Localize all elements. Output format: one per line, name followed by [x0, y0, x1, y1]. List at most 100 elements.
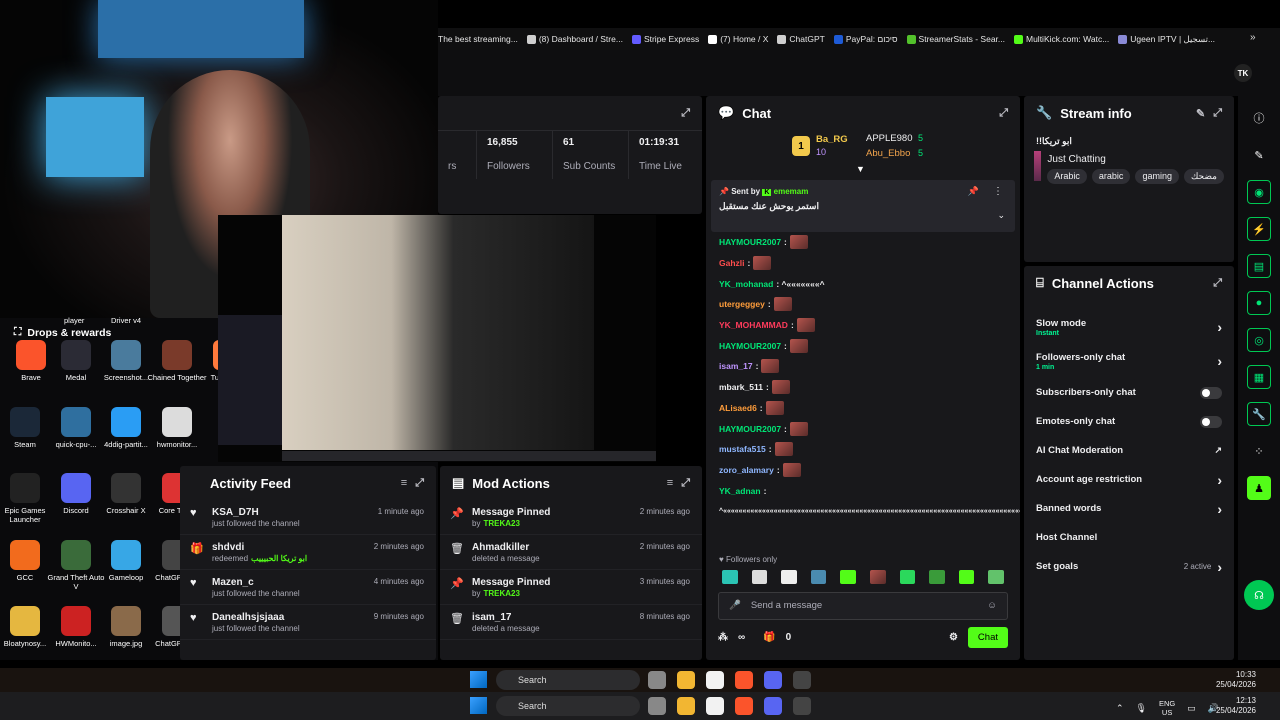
- document-icon[interactable]: ▤: [1247, 254, 1271, 278]
- brave-icon[interactable]: [735, 697, 753, 715]
- taskbar-search[interactable]: Search: [496, 670, 640, 690]
- gift-icon[interactable]: 🎁: [763, 632, 775, 643]
- microphone-icon[interactable]: 🎙: [1136, 703, 1147, 714]
- info-icon[interactable]: ⓘ: [1247, 106, 1271, 130]
- pinned-user[interactable]: ememam: [774, 187, 809, 196]
- feed-user[interactable]: Ahmadkiller: [472, 542, 632, 553]
- task-view-icon[interactable]: [648, 697, 666, 715]
- chat-username[interactable]: YK_MOHAMMAD: [719, 320, 788, 330]
- category-name[interactable]: Just Chatting: [1047, 154, 1224, 165]
- start-button-lower[interactable]: [470, 697, 487, 714]
- leader-3-name[interactable]: Abu_Ebbo: [866, 148, 910, 159]
- chat-username[interactable]: HAYMOUR2007: [719, 424, 781, 434]
- mod-popout-icon[interactable]: ⤢: [681, 477, 690, 490]
- channel-action-banned-words[interactable]: Banned words ›: [1024, 494, 1234, 523]
- chat-bubble-icon[interactable]: ●: [1247, 291, 1271, 315]
- chat-username[interactable]: zoro_alamary: [719, 465, 774, 475]
- emote-icon[interactable]: [958, 569, 975, 584]
- chat-username[interactable]: mustafa515: [719, 444, 766, 454]
- bookmark-item[interactable]: PayPal: סיכום: [833, 34, 898, 44]
- task-view-icon[interactable]: [648, 671, 666, 689]
- edit-icon[interactable]: ✎: [1196, 107, 1205, 120]
- channel-action-set-goals[interactable]: Set goals 2 active ›: [1024, 552, 1234, 581]
- feed-user[interactable]: Message Pinned: [472, 577, 632, 588]
- store-icon[interactable]: [706, 671, 724, 689]
- channel-actions-popout-icon[interactable]: ⤢: [1213, 277, 1222, 290]
- feed-user[interactable]: Message Pinned: [472, 507, 632, 518]
- file-explorer-icon[interactable]: [677, 671, 695, 689]
- tag-chip[interactable]: مضحك: [1183, 169, 1224, 184]
- points-icon[interactable]: ⁂: [718, 632, 728, 643]
- taskbar-search-lower[interactable]: Search: [496, 696, 640, 716]
- filter-icon[interactable]: ≡: [401, 477, 407, 489]
- emote-icon[interactable]: [869, 569, 886, 584]
- feed-user[interactable]: Mazen_c: [212, 577, 366, 588]
- emote-icon[interactable]: [810, 569, 827, 584]
- chat-settings-icon[interactable]: ⚙: [949, 632, 958, 643]
- support-icon[interactable]: ☊: [1244, 580, 1274, 610]
- tag-chip[interactable]: Arabic: [1047, 169, 1087, 184]
- emote-icon[interactable]: [899, 569, 916, 584]
- chat-popout-icon[interactable]: ⤢: [999, 107, 1008, 120]
- bookmark-item[interactable]: (7) Home / X: [708, 34, 768, 44]
- broadcast-icon[interactable]: ◎: [1247, 328, 1271, 352]
- start-button[interactable]: [470, 671, 487, 688]
- chat-username[interactable]: ALisaed6: [719, 403, 757, 413]
- bookmark-item[interactable]: StreamerStats - Sear...: [906, 34, 1005, 44]
- toggle-switch[interactable]: [1200, 415, 1222, 428]
- pencil-icon[interactable]: ✎: [1247, 143, 1271, 167]
- channel-action-slow-mode[interactable]: Slow mode Instant ›: [1024, 310, 1234, 344]
- unpin-icon[interactable]: 📌: [968, 186, 979, 197]
- chat-username[interactable]: YK_adnan: [719, 486, 761, 496]
- tool-icon[interactable]: 🔧: [1247, 402, 1271, 426]
- leaderboard-expand-icon[interactable]: ▼: [856, 164, 865, 174]
- obs-icon[interactable]: [793, 671, 811, 689]
- channel-action-account-age-restriction[interactable]: Account age restriction ›: [1024, 465, 1234, 494]
- bookmark-item[interactable]: Stripe Express: [631, 34, 699, 44]
- more-dots-icon[interactable]: ⁘: [1247, 439, 1271, 463]
- channel-action-emotes-only-chat[interactable]: Emotes-only chat: [1024, 407, 1234, 436]
- file-explorer-icon[interactable]: [677, 697, 695, 715]
- emoji-icon[interactable]: ☺: [987, 600, 997, 611]
- toggle-switch[interactable]: [1200, 386, 1222, 399]
- tag-chip[interactable]: arabic: [1091, 169, 1131, 184]
- brave-icon[interactable]: [735, 671, 753, 689]
- language-indicator[interactable]: ENG US: [1159, 699, 1175, 717]
- emote-icon[interactable]: [781, 569, 797, 584]
- stream-info-popout-icon[interactable]: ⤢: [1213, 107, 1222, 120]
- chat-send-button[interactable]: Chat: [967, 626, 1008, 648]
- bookmark-item[interactable]: MultiKick.com: Watc...: [1014, 34, 1109, 44]
- bookmark-item[interactable]: (8) Dashboard / Stre...: [526, 34, 623, 44]
- emote-icon[interactable]: [840, 569, 856, 584]
- chat-username[interactable]: utergeggey: [719, 299, 765, 309]
- bolt-icon[interactable]: ⚡: [1247, 217, 1271, 241]
- obs-icon[interactable]: [793, 697, 811, 715]
- bookmark-item[interactable]: Ugeen IPTV | تسجيل...: [1118, 34, 1215, 45]
- leader-1-name[interactable]: Ba_RG: [816, 134, 848, 145]
- chat-username[interactable]: YK_mohanad: [719, 279, 773, 289]
- chat-username[interactable]: HAYMOUR2007: [719, 237, 781, 247]
- feed-user[interactable]: isam_17: [472, 612, 632, 623]
- pinned-more-icon[interactable]: ⋮: [993, 186, 1003, 197]
- desktop-shortcut[interactable]: hwmonitor...: [146, 407, 208, 449]
- channel-action-subscribers-only-chat[interactable]: Subscribers-only chat: [1024, 378, 1234, 407]
- bookmark-item[interactable]: The best streaming...: [438, 34, 518, 44]
- bookmark-item[interactable]: ChatGPT: [777, 34, 825, 44]
- feed-user[interactable]: shdvdi: [212, 542, 366, 553]
- activity-popout-icon[interactable]: ⤢: [415, 477, 424, 490]
- feed-user[interactable]: Danealhsjsjaaa: [212, 612, 366, 623]
- feed-user[interactable]: KSA_D7H: [212, 507, 370, 518]
- popout-icon[interactable]: ⤢: [681, 107, 690, 120]
- chat-username[interactable]: mbark_511: [719, 382, 763, 392]
- emote-icon[interactable]: [751, 569, 768, 584]
- emote-icon[interactable]: [929, 569, 945, 584]
- channel-action-followers-only-chat[interactable]: Followers-only chat 1 min ›: [1024, 344, 1234, 378]
- discord-icon[interactable]: [764, 671, 782, 689]
- emote-icon[interactable]: [722, 569, 738, 584]
- channel-action-ai-chat-moderation[interactable]: AI Chat Moderation ↗: [1024, 436, 1234, 465]
- leader-2-name[interactable]: APPLE980: [866, 133, 912, 144]
- extension-icon[interactable]: ♟: [1247, 476, 1271, 500]
- channel-action-host-channel[interactable]: Host Channel: [1024, 523, 1234, 552]
- pinned-collapse-icon[interactable]: ⌄: [997, 210, 1005, 221]
- layers-icon[interactable]: ▦: [1247, 365, 1271, 389]
